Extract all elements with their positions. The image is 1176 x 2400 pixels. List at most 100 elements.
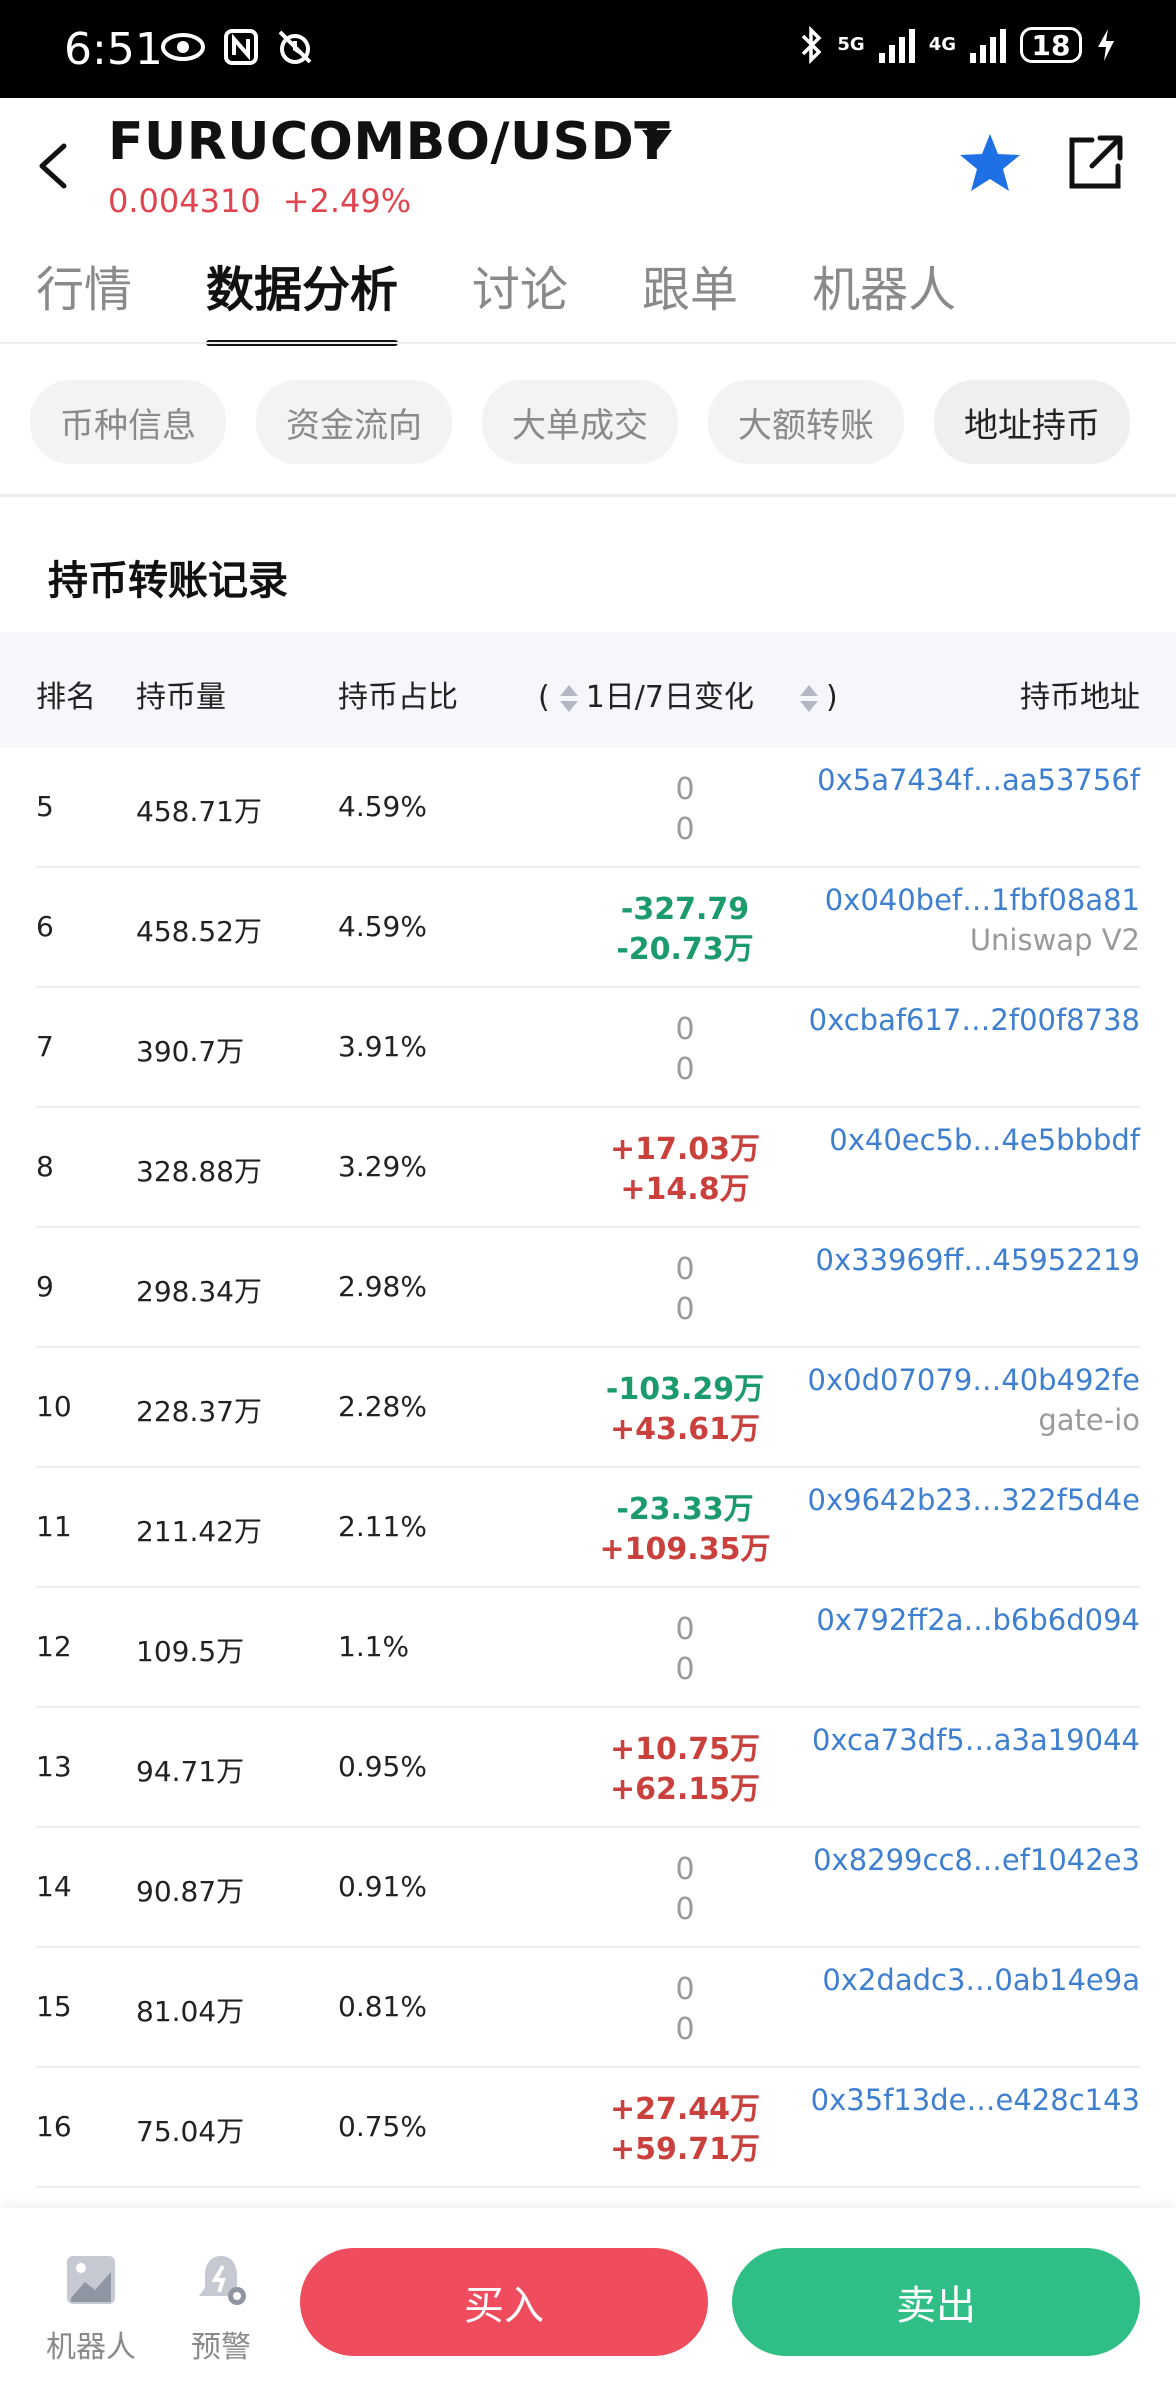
row-ratio: 3.91% (338, 1030, 427, 1063)
row-change-7d: +43.61万 (609, 1412, 761, 1447)
row-change-7d: 0 (675, 2012, 695, 2047)
row-change-1d: 0 (675, 1972, 695, 2007)
row-rank: 6 (36, 910, 54, 943)
robot-shortcut[interactable]: 机器人 (36, 2252, 146, 2366)
row-amount: 458.71万 (136, 795, 262, 828)
sort-1d-icon[interactable] (558, 683, 578, 715)
table-row[interactable]: 16 75.04万 0.75% +27.44万 +59.71万 0x35f13de…e42… (0, 2068, 1176, 2188)
chip-coin-info[interactable]: 币种信息 (30, 380, 226, 464)
alarm-off-icon (278, 30, 312, 64)
address-link[interactable]: 0x5a7434f…aa53756f (817, 760, 1140, 800)
tab-robot[interactable]: 机器人 (812, 250, 956, 346)
chip-large-transfers[interactable]: 大额转账 (708, 380, 904, 464)
favorite-star-icon[interactable] (958, 132, 1022, 194)
share-external-icon[interactable] (1066, 134, 1124, 192)
tab-market[interactable]: 行情 (36, 250, 132, 346)
row-amount: 458.52万 (136, 915, 262, 948)
row-rank: 15 (36, 1990, 72, 2023)
row-amount: 90.87万 (136, 1875, 245, 1908)
row-change-7d: +59.71万 (609, 2132, 761, 2167)
row-amount: 390.7万 (136, 1035, 245, 1068)
address-link[interactable]: 0x40ec5b…4e5bbbdf (829, 1120, 1140, 1160)
address-link[interactable]: 0x792ff2a…b6b6d094 (816, 1600, 1140, 1640)
row-ratio: 0.75% (338, 2110, 427, 2143)
status-bar: 6:51 5G 4G 18 (0, 0, 1176, 98)
table-row[interactable]: 15 81.04万 0.81% 0 0 0x2dadc3…0ab14e9a (0, 1948, 1176, 2068)
address-link[interactable]: 0x35f13de…e428c143 (811, 2080, 1140, 2120)
row-rank: 11 (36, 1510, 72, 1543)
sub-tabs: 币种信息 资金流向 大单成交 大额转账 地址持币 (30, 380, 1130, 464)
table-row[interactable]: 5 458.71万 4.59% 0 0 0x5a7434f…aa53756f (0, 748, 1176, 868)
header-change[interactable]: (1日/7日变化) (538, 672, 838, 716)
table-row[interactable]: 13 94.71万 0.95% +10.75万 +62.15万 0xca73df5…a3a… (0, 1708, 1176, 1828)
tab-discussion[interactable]: 讨论 (472, 250, 568, 346)
table-row[interactable]: 10 228.37万 2.28% -103.29万 +43.61万 0x0d07079…4… (0, 1348, 1176, 1468)
table-row[interactable]: 9 298.34万 2.98% 0 0 0x33969ff…45952219 (0, 1228, 1176, 1348)
row-change: 00 (540, 1010, 830, 1090)
row-change: +27.44万 +59.71万 (540, 2090, 830, 2170)
row-rank: 14 (36, 1870, 72, 1903)
robot-label: 机器人 (46, 2330, 136, 2365)
chip-address-holdings[interactable]: 地址持币 (934, 380, 1130, 464)
header-amount: 持币量 (136, 680, 226, 715)
header-rank: 排名 (36, 680, 96, 715)
eye-icon (161, 33, 205, 61)
table-row[interactable]: 12 109.5万 1.1% 0 0 0x792ff2a…b6b6d094 (0, 1588, 1176, 1708)
row-address: 0xca73df5…a3a19044 (812, 1720, 1140, 1760)
row-amount: 81.04万 (136, 1995, 245, 2028)
row-address: 0x792ff2a…b6b6d094 (816, 1600, 1140, 1640)
tab-data-analysis[interactable]: 数据分析 (206, 250, 399, 346)
address-link[interactable]: 0xca73df5…a3a19044 (812, 1720, 1140, 1760)
table-row[interactable]: 14 90.87万 0.91% 0 0 0x8299cc8…ef1042e3 (0, 1828, 1176, 1948)
row-address: 0x040bef…1fbf08a81 Uniswap V2 (825, 880, 1140, 960)
signal-5g-icon (878, 27, 915, 63)
table-row[interactable]: 8 328.88万 3.29% +17.03万 +14.8万 0x40ec5b…4e5bb… (0, 1108, 1176, 1228)
address-link[interactable]: 0x040bef…1fbf08a81 (825, 880, 1140, 920)
chip-large-orders[interactable]: 大单成交 (482, 380, 678, 464)
row-change: -103.29万 +43.61万 (540, 1370, 830, 1450)
row-change-7d: 0 (675, 1292, 695, 1327)
buy-button[interactable]: 买入 (300, 2248, 708, 2356)
row-change-1d: +17.03万 (609, 1132, 761, 1167)
address-link[interactable]: 0x33969ff…45952219 (816, 1240, 1140, 1280)
chip-fund-flow[interactable]: 资金流向 (256, 380, 452, 464)
table-row[interactable]: 6 458.52万 4.59% -327.79 -20.73万 0x040bef…1fbf… (0, 868, 1176, 988)
row-change: 00 (540, 1610, 830, 1690)
row-change-7d: +62.15万 (609, 1772, 761, 1807)
row-rank: 12 (36, 1630, 72, 1663)
row-change: +17.03万 +14.8万 (540, 1130, 830, 1210)
address-link[interactable]: 0x2dadc3…0ab14e9a (822, 1960, 1140, 2000)
row-change: +10.75万 +62.15万 (540, 1730, 830, 1810)
status-time: 6:51 (64, 24, 163, 75)
table-row[interactable]: 11 211.42万 2.11% -23.33万 +109.35万 0x9642b23…3… (0, 1468, 1176, 1588)
table-row[interactable]: 7 390.7万 3.91% 0 0 0xcbaf617…2f00f8738 (0, 988, 1176, 1108)
address-link[interactable]: 0x8299cc8…ef1042e3 (813, 1840, 1140, 1880)
row-change-1d: 0 (675, 1612, 695, 1647)
pair-title[interactable]: FURUCOMBO/USDT (108, 112, 670, 172)
row-ratio: 4.59% (338, 910, 427, 943)
address-tag: Uniswap V2 (969, 923, 1140, 957)
status-icons-left (160, 28, 314, 66)
network-5g-label: 5G (837, 34, 865, 55)
row-rank: 13 (36, 1750, 72, 1783)
header-address: 持币地址 (1020, 680, 1140, 715)
row-rank: 16 (36, 2110, 72, 2143)
row-amount: 228.37万 (136, 1395, 262, 1428)
row-change-1d: 0 (675, 1012, 695, 1047)
row-change-7d: +109.35万 (599, 1532, 771, 1567)
address-link[interactable]: 0xcbaf617…2f00f8738 (809, 1000, 1140, 1040)
back-arrow-icon[interactable] (34, 142, 74, 190)
tab-copy-trade[interactable]: 跟单 (642, 250, 738, 346)
caret-down-icon[interactable] (640, 128, 674, 152)
sort-7d-icon[interactable] (798, 683, 818, 715)
row-change-7d: +14.8万 (620, 1172, 750, 1207)
row-change: 00 (540, 770, 830, 850)
row-ratio: 0.91% (338, 1870, 427, 1903)
address-link[interactable]: 0x0d07079…40b492fe (808, 1360, 1140, 1400)
sell-button[interactable]: 卖出 (732, 2248, 1140, 2356)
alert-shortcut[interactable]: 预警 (166, 2252, 276, 2366)
address-link[interactable]: 0x9642b23…322f5d4e (808, 1480, 1140, 1520)
row-address: 0x40ec5b…4e5bbbdf (829, 1120, 1140, 1160)
row-change-7d: -20.73万 (616, 932, 754, 967)
row-change-1d: 0 (675, 1252, 695, 1287)
